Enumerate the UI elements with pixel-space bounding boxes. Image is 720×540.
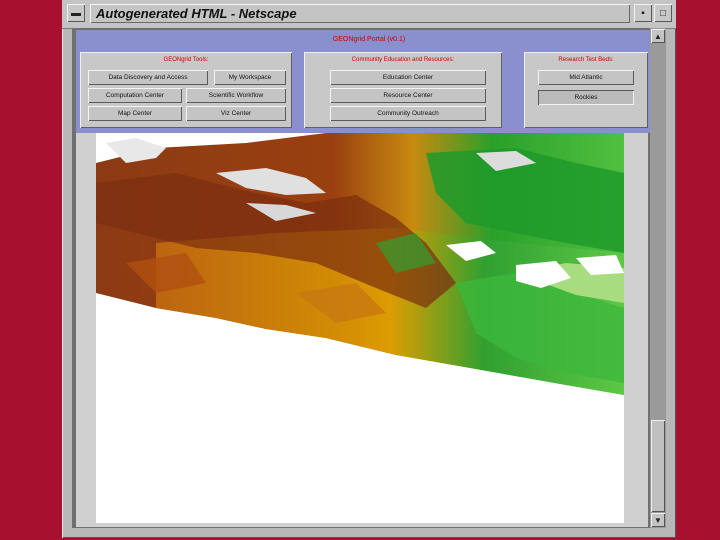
my-workspace-button[interactable]: My Workspace	[214, 70, 286, 85]
browser-content-area: GEONgrid Portal (v0.1) GEONgrid Tools: D…	[72, 28, 666, 528]
rockies-button[interactable]: Rockies	[538, 90, 634, 105]
viz-center-button[interactable]: Viz Center	[186, 106, 286, 121]
testbeds-panel-title: Research Test Beds:	[558, 57, 614, 63]
title-bar[interactable]: ▬ Autogenerated HTML - Netscape ▪ □	[62, 0, 676, 29]
community-outreach-button[interactable]: Community Outreach	[330, 106, 486, 121]
maximize-icon[interactable]: □	[654, 4, 672, 22]
scientific-workflow-button[interactable]: Scientific Workflow	[186, 88, 286, 103]
scroll-up-icon[interactable]: ▲	[651, 29, 665, 43]
terrain-3d-image	[96, 133, 624, 395]
testbeds-panel: Research Test Beds: Mid Atlantic Rockies	[524, 52, 648, 128]
scroll-down-icon[interactable]: ▼	[651, 513, 665, 527]
browser-window: ▬ Autogenerated HTML - Netscape ▪ □ GEON…	[62, 0, 676, 538]
tools-panel: GEONgrid Tools: Data Discovery and Acces…	[80, 52, 292, 128]
resource-center-button[interactable]: Resource Center	[330, 88, 486, 103]
minimize-icon[interactable]: ▪	[634, 4, 652, 22]
scroll-thumb[interactable]	[651, 420, 665, 512]
portal-title: GEONgrid Portal (v0.1)	[332, 36, 406, 43]
education-center-button[interactable]: Education Center	[330, 70, 486, 85]
map-center-button[interactable]: Map Center	[88, 106, 182, 121]
community-panel: Community Education and Resources: Educa…	[304, 52, 502, 128]
tools-panel-title: GEONgrid Tools:	[163, 57, 209, 63]
map-frame	[76, 133, 648, 527]
vertical-scrollbar[interactable]: ▲ ▼	[650, 28, 666, 528]
data-discovery-button[interactable]: Data Discovery and Access	[88, 70, 208, 85]
terrain-map-view[interactable]	[96, 133, 624, 523]
window-title: Autogenerated HTML - Netscape	[90, 4, 630, 23]
portal-header: GEONgrid Portal (v0.1) GEONgrid Tools: D…	[76, 30, 662, 133]
mid-atlantic-button[interactable]: Mid Atlantic	[538, 70, 634, 85]
community-panel-title: Community Education and Resources:	[351, 57, 455, 63]
window-menu-icon[interactable]: ▬	[67, 4, 85, 22]
computation-center-button[interactable]: Computation Center	[88, 88, 182, 103]
